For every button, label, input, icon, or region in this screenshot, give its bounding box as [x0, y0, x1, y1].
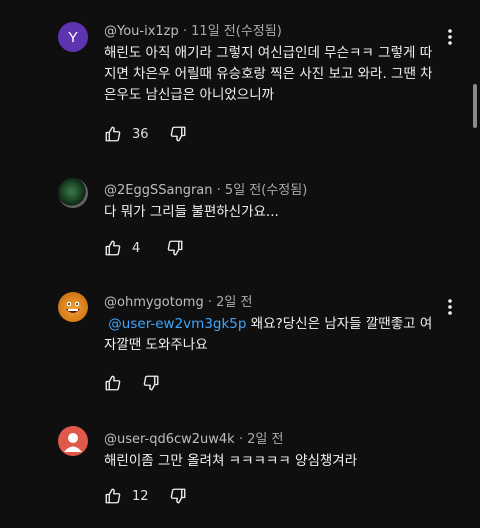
comment-text-line: 해린이좀 그만 올려쳐 ㅋㅋㅋㅋㅋ 양심챙겨라 [104, 453, 358, 469]
comment-meta: @user-qd6cw2uw4k · 2일 전 [104, 428, 440, 447]
meta-separator: · [238, 432, 248, 447]
thumbs-up-icon[interactable] [104, 374, 122, 392]
like-count: 4 [132, 240, 141, 256]
comment-text: 다 뭐가 그리들 불편하신가요... [104, 202, 440, 223]
comment-time[interactable]: 11일 전(수정됨) [191, 24, 282, 39]
comment-text-line: 다 뭐가 그리들 불편하신가요... [104, 204, 279, 220]
like-count: 12 [132, 488, 149, 504]
thumbs-up-icon[interactable] [104, 125, 122, 143]
mention-link[interactable]: @user-ew2vm3gk5p [108, 316, 246, 332]
comment-author[interactable]: @ohmygotomg [104, 295, 204, 310]
thumbs-down-icon[interactable] [142, 374, 160, 392]
meta-separator: · [216, 183, 225, 198]
comment-text-line: @user-ew2vm3gk5p 왜요?당신은 남자들 깔땐좋고 여 [104, 314, 440, 335]
comment-text: 해린도 아직 애기라 그렇지 여신급인데 무슨ㅋㅋ 그렇게 따 지면 차은우 어… [104, 43, 440, 106]
comment-text-line: 해린도 아직 애기라 그렇지 여신급인데 무슨ㅋㅋ 그렇게 따 [104, 45, 433, 61]
meta-separator: · [182, 24, 192, 39]
thumbs-up-icon[interactable] [104, 487, 122, 505]
avatar[interactable]: Y [58, 22, 88, 52]
meta-separator: · [207, 295, 217, 310]
comment-text-line: 은우도 남신급은 아니었으니까 [104, 87, 275, 103]
thumbs-up-icon[interactable] [104, 239, 122, 257]
comment-4: @user-qd6cw2uw4k · 2일 전 해린이좀 그만 올려쳐 ㅋㅋㅋㅋ… [0, 410, 470, 528]
comment-3: @ohmygotomg · 2일 전 @user-ew2vm3gk5p 왜요?당… [0, 280, 470, 410]
comment-time[interactable]: 2일 전 [247, 432, 283, 447]
thumbs-down-icon[interactable] [169, 487, 187, 505]
avatar[interactable] [58, 178, 88, 208]
comment-text-line: 지면 차은우 어릴때 유승호랑 찍은 사진 보고 와라. 그땐 차 [104, 66, 433, 82]
comment-text: 해린이좀 그만 올려쳐 ㅋㅋㅋㅋㅋ 양심챙겨라 [104, 451, 440, 472]
comment-author[interactable]: @user-qd6cw2uw4k [104, 432, 235, 447]
avatar[interactable] [58, 292, 88, 322]
scrollbar[interactable] [473, 84, 477, 128]
avatar-letter: Y [67, 28, 78, 46]
comment-2: @2EggSSangran · 5일 전(수정됨) 다 뭐가 그리들 불편하신가… [0, 160, 470, 280]
comment-meta: @2EggSSangran · 5일 전(수정됨) [104, 179, 440, 198]
more-vertical-icon[interactable] [446, 28, 454, 46]
comment-time[interactable]: 5일 전(수정됨) [225, 183, 307, 198]
comment-text-segment: 왜요?당신은 남자들 깔땐좋고 여 [246, 316, 433, 332]
comment-1: Y @You-ix1zp · 11일 전(수정됨) 해린도 아직 애기라 그렇지… [0, 0, 470, 160]
thumbs-down-icon[interactable] [166, 239, 184, 257]
comment-time[interactable]: 2일 전 [216, 295, 252, 310]
like-count: 36 [132, 126, 149, 142]
comment-author[interactable]: @You-ix1zp [104, 24, 179, 39]
person-icon[interactable] [58, 426, 88, 456]
comment-text: @user-ew2vm3gk5p 왜요?당신은 남자들 깔땐좋고 여 자깔땐 도… [104, 314, 440, 356]
comment-text-line: 자깔땐 도와주나요 [104, 337, 208, 353]
comment-meta: @You-ix1zp · 11일 전(수정됨) [104, 20, 440, 39]
comment-author[interactable]: @2EggSSangran [104, 183, 213, 198]
more-vertical-icon[interactable] [446, 298, 454, 316]
thumbs-down-icon[interactable] [169, 125, 187, 143]
comment-meta: @ohmygotomg · 2일 전 [104, 291, 440, 310]
